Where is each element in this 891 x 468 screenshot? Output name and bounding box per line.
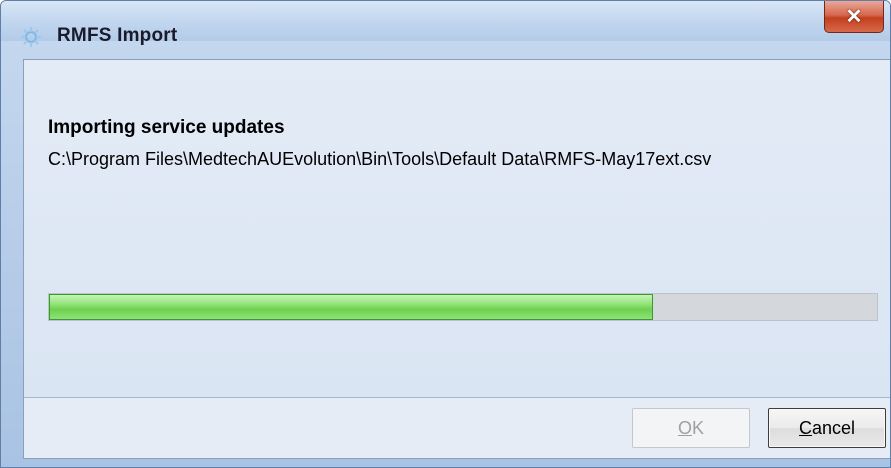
close-button[interactable]: ✕ (824, 1, 884, 33)
ok-button-label: K (692, 417, 705, 438)
title-bar[interactable]: RMFS Import (1, 1, 890, 48)
dialog-client-area: Importing service updates C:\Program Fil… (23, 59, 890, 459)
cancel-button-mnemonic: C (798, 417, 812, 438)
file-path-label: C:\Program Files\MedtechAUEvolution\Bin\… (48, 149, 712, 169)
status-heading: Importing service updates (48, 117, 285, 138)
cancel-button[interactable]: Cancel (768, 408, 886, 448)
ok-button-mnemonic: O (677, 417, 692, 438)
progress-bar (48, 293, 878, 321)
gear-icon (20, 26, 42, 48)
dialog-window: RMFS Import ✕ Importing service updates … (0, 0, 891, 468)
cancel-button-label: ancel (811, 417, 856, 438)
window-title: RMFS Import (57, 25, 178, 46)
progress-bar-fill (49, 294, 654, 320)
status-panel: Importing service updates C:\Program Fil… (24, 60, 890, 398)
ok-button[interactable]: OK (632, 408, 750, 448)
close-icon: ✕ (845, 6, 863, 28)
button-bar: OK Cancel (24, 398, 890, 458)
